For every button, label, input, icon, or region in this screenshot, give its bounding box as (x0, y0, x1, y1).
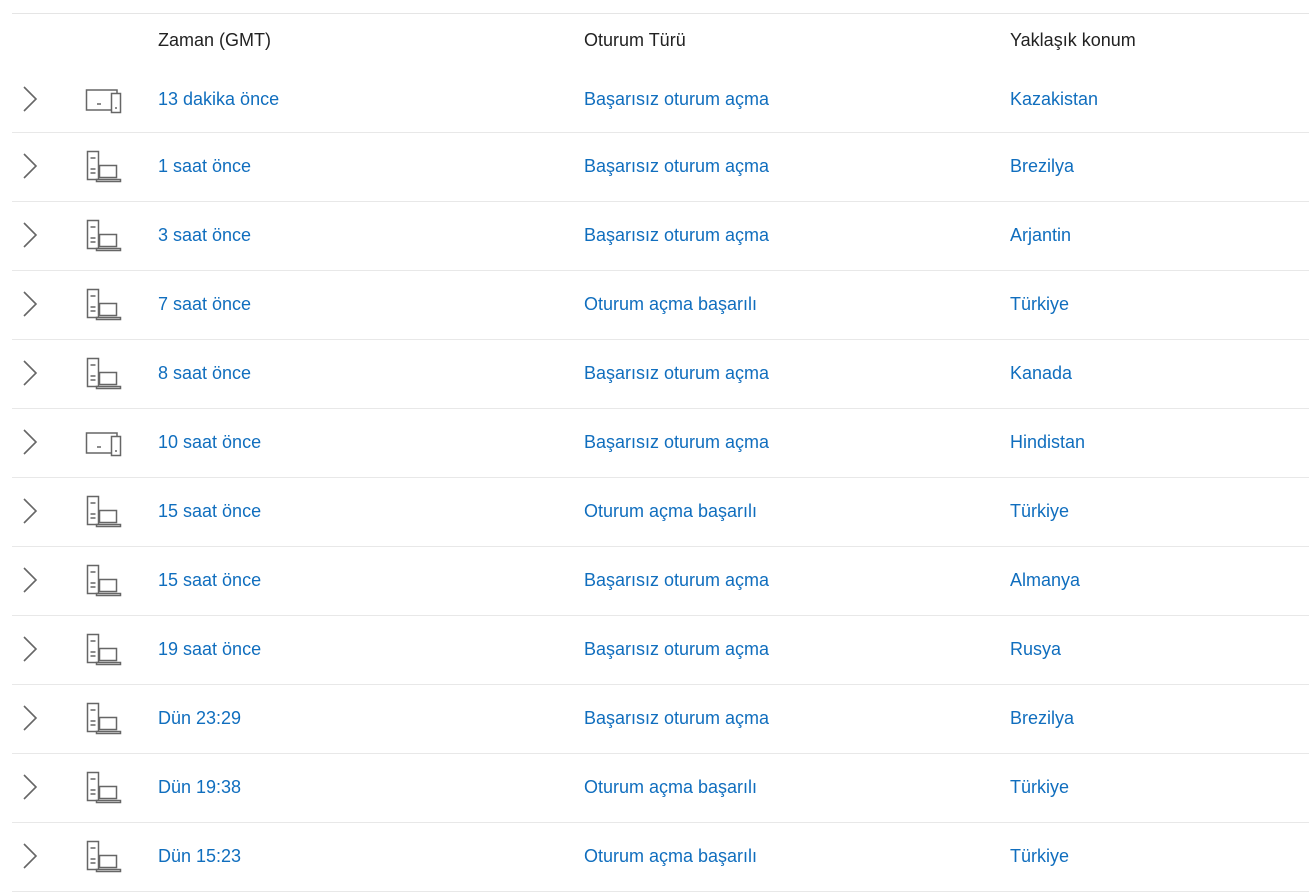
table-row[interactable]: 7 saat önce Oturum açma başarılı Türkiye (12, 271, 1309, 340)
chevron-right-icon[interactable] (16, 704, 40, 732)
row-location-link[interactable]: Türkiye (1010, 777, 1069, 798)
table-row[interactable]: 10 saat önce Başarısız oturum açma Hindist… (12, 409, 1309, 478)
desktop-laptop-icon (84, 770, 124, 806)
chevron-right-icon[interactable] (16, 497, 40, 525)
table-row[interactable]: Dün 15:23 Oturum açma başarılı Türkiye (12, 823, 1309, 892)
row-location-link[interactable]: Brezilya (1010, 708, 1074, 729)
row-time-link[interactable]: 13 dakika önce (158, 89, 279, 110)
row-session-type-link[interactable]: Başarısız oturum açma (584, 432, 769, 453)
row-location-link[interactable]: Kanada (1010, 363, 1072, 384)
table-row[interactable]: 13 dakika önce Başarısız oturum açma Kazak… (12, 68, 1309, 133)
desktop-laptop-icon (84, 218, 124, 254)
row-time-link[interactable]: Dün 19:38 (158, 777, 241, 798)
row-location-link[interactable]: Türkiye (1010, 501, 1069, 522)
row-location-link[interactable]: Brezilya (1010, 156, 1074, 177)
row-location-link[interactable]: Rusya (1010, 639, 1061, 660)
row-location-link[interactable]: Türkiye (1010, 294, 1069, 315)
chevron-right-icon[interactable] (16, 566, 40, 594)
row-time-link[interactable]: 8 saat önce (158, 363, 251, 384)
table-row[interactable]: 3 saat önce Başarısız oturum açma Arjantin (12, 202, 1309, 271)
row-session-type-link[interactable]: Oturum açma başarılı (584, 294, 757, 315)
desktop-laptop-icon (84, 701, 124, 737)
chevron-right-icon[interactable] (16, 85, 40, 113)
chevron-right-icon[interactable] (16, 773, 40, 801)
table-row[interactable]: Dün 23:29 Başarısız oturum açma Brezilya (12, 685, 1309, 754)
tablet-phone-icon (84, 425, 124, 461)
row-session-type-link[interactable]: Başarısız oturum açma (584, 639, 769, 660)
row-session-type-link[interactable]: Oturum açma başarılı (584, 846, 757, 867)
row-time-link[interactable]: 3 saat önce (158, 225, 251, 246)
table-row[interactable]: 15 saat önce Oturum açma başarılı Türkiye (12, 478, 1309, 547)
chevron-right-icon[interactable] (16, 635, 40, 663)
table-row[interactable]: Dün 19:38 Oturum açma başarılı Türkiye (12, 754, 1309, 823)
table-row[interactable]: 1 saat önce Başarısız oturum açma Brezilya (12, 133, 1309, 202)
row-time-link[interactable]: 15 saat önce (158, 570, 261, 591)
column-header-location[interactable]: Yaklaşık konum (1010, 30, 1136, 51)
row-time-link[interactable]: Dün 23:29 (158, 708, 241, 729)
desktop-laptop-icon (84, 356, 124, 392)
row-session-type-link[interactable]: Başarısız oturum açma (584, 156, 769, 177)
row-session-type-link[interactable]: Başarısız oturum açma (584, 225, 769, 246)
row-location-link[interactable]: Arjantin (1010, 225, 1071, 246)
chevron-right-icon[interactable] (16, 221, 40, 249)
row-session-type-link[interactable]: Başarısız oturum açma (584, 570, 769, 591)
desktop-laptop-icon (84, 632, 124, 668)
row-session-type-link[interactable]: Başarısız oturum açma (584, 708, 769, 729)
row-session-type-link[interactable]: Oturum açma başarılı (584, 501, 757, 522)
chevron-right-icon[interactable] (16, 359, 40, 387)
desktop-laptop-icon (84, 839, 124, 875)
row-time-link[interactable]: 7 saat önce (158, 294, 251, 315)
row-session-type-link[interactable]: Oturum açma başarılı (584, 777, 757, 798)
desktop-laptop-icon (84, 287, 124, 323)
desktop-laptop-icon (84, 149, 124, 185)
row-time-link[interactable]: 10 saat önce (158, 432, 261, 453)
row-session-type-link[interactable]: Başarısız oturum açma (584, 89, 769, 110)
table-row[interactable]: 8 saat önce Başarısız oturum açma Kanada (12, 340, 1309, 409)
table-body: 13 dakika önce Başarısız oturum açma Kazak… (12, 68, 1309, 892)
row-time-link[interactable]: 19 saat önce (158, 639, 261, 660)
row-time-link[interactable]: 15 saat önce (158, 501, 261, 522)
row-location-link[interactable]: Türkiye (1010, 846, 1069, 867)
chevron-right-icon[interactable] (16, 152, 40, 180)
table-header: Zaman (GMT) Oturum Türü Yaklaşık konum (12, 14, 1309, 68)
chevron-right-icon[interactable] (16, 428, 40, 456)
table-row[interactable]: 15 saat önce Başarısız oturum açma Almanya (12, 547, 1309, 616)
desktop-laptop-icon (84, 563, 124, 599)
row-location-link[interactable]: Almanya (1010, 570, 1080, 591)
tablet-phone-icon (84, 82, 124, 118)
row-location-link[interactable]: Hindistan (1010, 432, 1085, 453)
desktop-laptop-icon (84, 494, 124, 530)
chevron-right-icon[interactable] (16, 842, 40, 870)
row-time-link[interactable]: 1 saat önce (158, 156, 251, 177)
row-session-type-link[interactable]: Başarısız oturum açma (584, 363, 769, 384)
row-time-link[interactable]: Dün 15:23 (158, 846, 241, 867)
table-row[interactable]: 19 saat önce Başarısız oturum açma Rusya (12, 616, 1309, 685)
row-location-link[interactable]: Kazakistan (1010, 89, 1098, 110)
column-header-session-type[interactable]: Oturum Türü (584, 30, 686, 51)
column-header-time[interactable]: Zaman (GMT) (158, 30, 271, 51)
activity-table: Zaman (GMT) Oturum Türü Yaklaşık konum 1… (12, 13, 1309, 892)
chevron-right-icon[interactable] (16, 290, 40, 318)
